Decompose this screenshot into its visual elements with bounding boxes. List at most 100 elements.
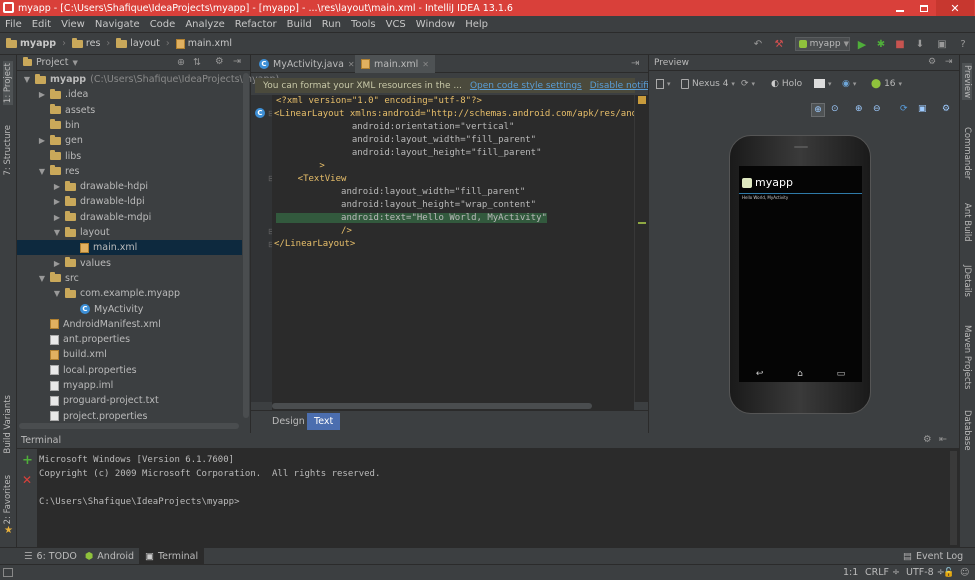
zoom-fit-icon[interactable]: ⊕	[811, 103, 825, 117]
menu-tools[interactable]: Tools	[346, 19, 381, 30]
tree-item[interactable]: ▼ res	[17, 164, 80, 179]
tree-item[interactable]: ▼ layout	[17, 225, 110, 240]
expand-arrow-icon[interactable]: ▼	[23, 75, 31, 84]
tab-design[interactable]: Design	[265, 413, 312, 430]
menu-view[interactable]: View	[56, 19, 90, 30]
menu-edit[interactable]: Edit	[27, 19, 56, 30]
tab-maven-projects[interactable]: Maven Projects	[962, 325, 972, 389]
gear-icon[interactable]: ⚙	[928, 57, 936, 67]
screenshot-icon[interactable]: ▣	[918, 104, 927, 114]
tab-main-xml[interactable]: main.xml ✕	[355, 55, 435, 73]
run-config-select[interactable]: myapp ▼	[795, 37, 850, 51]
minimize-button[interactable]	[888, 0, 912, 16]
expand-arrow-icon[interactable]: ▼	[38, 167, 46, 176]
collapse-arrow-icon[interactable]: ▶	[53, 259, 61, 268]
device-select[interactable]: Nexus 4 ▾	[681, 79, 735, 89]
chevron-down-icon[interactable]: ▼	[73, 59, 78, 67]
close-tab-icon[interactable]: ✕	[422, 60, 429, 69]
back-arrow-icon[interactable]: ↶	[751, 38, 765, 50]
tree-item[interactable]: build.xml	[17, 347, 107, 362]
tab-favorites[interactable]: 2: Favorites	[3, 475, 13, 524]
tree-item[interactable]: ▶ values	[17, 256, 111, 271]
warning-marker-icon[interactable]	[638, 96, 646, 104]
terminal-output[interactable]: Microsoft Windows [Version 6.1.7600] Cop…	[37, 449, 949, 547]
zoom-actual-icon[interactable]: ⊙	[831, 104, 839, 114]
open-code-style-link[interactable]: Open code style settings	[470, 81, 582, 91]
zoom-out-icon[interactable]: ⊖	[873, 104, 881, 114]
tree-item[interactable]: ▶ drawable-hdpi	[17, 179, 148, 194]
tree-item[interactable]: assets	[17, 103, 95, 118]
run-icon[interactable]: ▶	[855, 38, 869, 51]
tab-terminal[interactable]: ▣ Terminal	[139, 548, 205, 565]
code-editor[interactable]: <?xml version="1.0" encoding="utf-8"?> <…	[272, 95, 634, 402]
tab-preview[interactable]: Preview	[962, 63, 972, 101]
tab-database[interactable]: Database	[962, 410, 972, 451]
collapse-arrow-icon[interactable]: ▶	[38, 90, 46, 99]
gear-icon[interactable]: ⚙	[923, 434, 932, 445]
editor-horizontal-scroll[interactable]	[272, 402, 634, 410]
settings-icon[interactable]: ⚙	[942, 104, 950, 114]
sdk-manager-icon[interactable]: ⬇	[913, 38, 927, 50]
gear-icon[interactable]: ⚙	[215, 56, 224, 67]
tab-todo[interactable]: ☰ 6: TODO	[18, 548, 83, 565]
menu-vcs[interactable]: VCS	[381, 19, 411, 30]
menu-build[interactable]: Build	[282, 19, 317, 30]
collapse-icon[interactable]: ⇅	[193, 57, 201, 68]
tree-item[interactable]: bin	[17, 118, 80, 133]
tree-item[interactable]: ▶ drawable-mdpi	[17, 210, 151, 225]
layout-file-select[interactable]: ▾	[656, 79, 671, 89]
file-encoding[interactable]: UTF-8 ÷	[906, 567, 945, 578]
orientation-select[interactable]: ⟳ ▾	[741, 79, 755, 89]
breadcrumb-project[interactable]: myapp ›	[6, 37, 66, 49]
tree-item[interactable]: libs	[17, 149, 81, 164]
collapse-arrow-icon[interactable]: ▶	[53, 213, 61, 222]
tree-item[interactable]: ▼ myapp (C:\Users\Shafique\IdeaProjects\my…	[17, 72, 279, 87]
hide-panel-icon[interactable]: ⇥	[233, 56, 241, 67]
tree-item[interactable]: C MyActivity	[17, 302, 143, 317]
editor-scrollbar[interactable]	[634, 95, 648, 402]
line-separator[interactable]: CRLF ÷	[865, 567, 900, 578]
horizontal-scrollbar[interactable]	[19, 423, 239, 429]
lock-icon[interactable]: 🔓	[943, 568, 954, 578]
theme-select[interactable]: ◐ Holo	[771, 79, 802, 89]
menu-run[interactable]: Run	[317, 19, 346, 30]
tree-item[interactable]: project.properties	[17, 409, 147, 424]
tree-item[interactable]: ▼ com.example.myapp	[17, 286, 180, 301]
tree-item[interactable]: ▶ gen	[17, 133, 83, 148]
locale-select[interactable]: ◉ ▾	[842, 79, 856, 89]
event-log-button[interactable]: ▤ Event Log	[897, 548, 969, 565]
breadcrumb-res[interactable]: res ›	[71, 37, 110, 49]
menu-navigate[interactable]: Navigate	[90, 19, 145, 30]
expand-arrow-icon[interactable]: ▼	[38, 274, 46, 283]
maximize-button[interactable]	[912, 0, 936, 16]
api-level-select[interactable]: ⬤ 16 ▾	[871, 79, 902, 89]
tab-myactivity-java[interactable]: C MyActivity.java ✕	[253, 55, 361, 73]
tree-item[interactable]: AndroidManifest.xml	[17, 317, 161, 332]
help-icon[interactable]: ?	[956, 38, 970, 50]
tree-item[interactable]: ▼ src	[17, 271, 79, 286]
zoom-in-icon[interactable]: ⊕	[855, 104, 863, 114]
tree-item[interactable]: myapp.iml	[17, 378, 113, 393]
sync-icon[interactable]: ⊕	[177, 57, 185, 68]
breadcrumb-file[interactable]: main.xml	[175, 38, 232, 49]
expand-arrow-icon[interactable]: ▼	[53, 289, 61, 298]
hide-panel-icon[interactable]: ⇥	[945, 57, 953, 67]
hide-panel-icon[interactable]: ⇤	[939, 434, 947, 445]
caret-position[interactable]: 1:1	[843, 567, 858, 578]
tab-project[interactable]: 1: Project	[3, 61, 13, 106]
collapse-arrow-icon[interactable]: ▶	[53, 197, 61, 206]
collapse-arrow-icon[interactable]: ▶	[38, 136, 46, 145]
menu-file[interactable]: File	[0, 19, 27, 30]
menu-refactor[interactable]: Refactor	[230, 19, 282, 30]
highlight-marker[interactable]	[638, 222, 646, 224]
menu-analyze[interactable]: Analyze	[180, 19, 229, 30]
expand-arrow-icon[interactable]: ▼	[53, 228, 61, 237]
stop-icon[interactable]: ■	[893, 38, 907, 50]
close-session-icon[interactable]: ✕	[22, 473, 32, 487]
breadcrumb-layout[interactable]: layout ›	[116, 37, 170, 49]
tree-item[interactable]: ▶ .idea	[17, 87, 88, 102]
new-session-icon[interactable]: +	[22, 453, 33, 468]
tab-text[interactable]: Text	[307, 413, 341, 430]
avd-manager-icon[interactable]: ▣	[935, 38, 949, 50]
terminal-scrollbar[interactable]	[950, 451, 957, 545]
